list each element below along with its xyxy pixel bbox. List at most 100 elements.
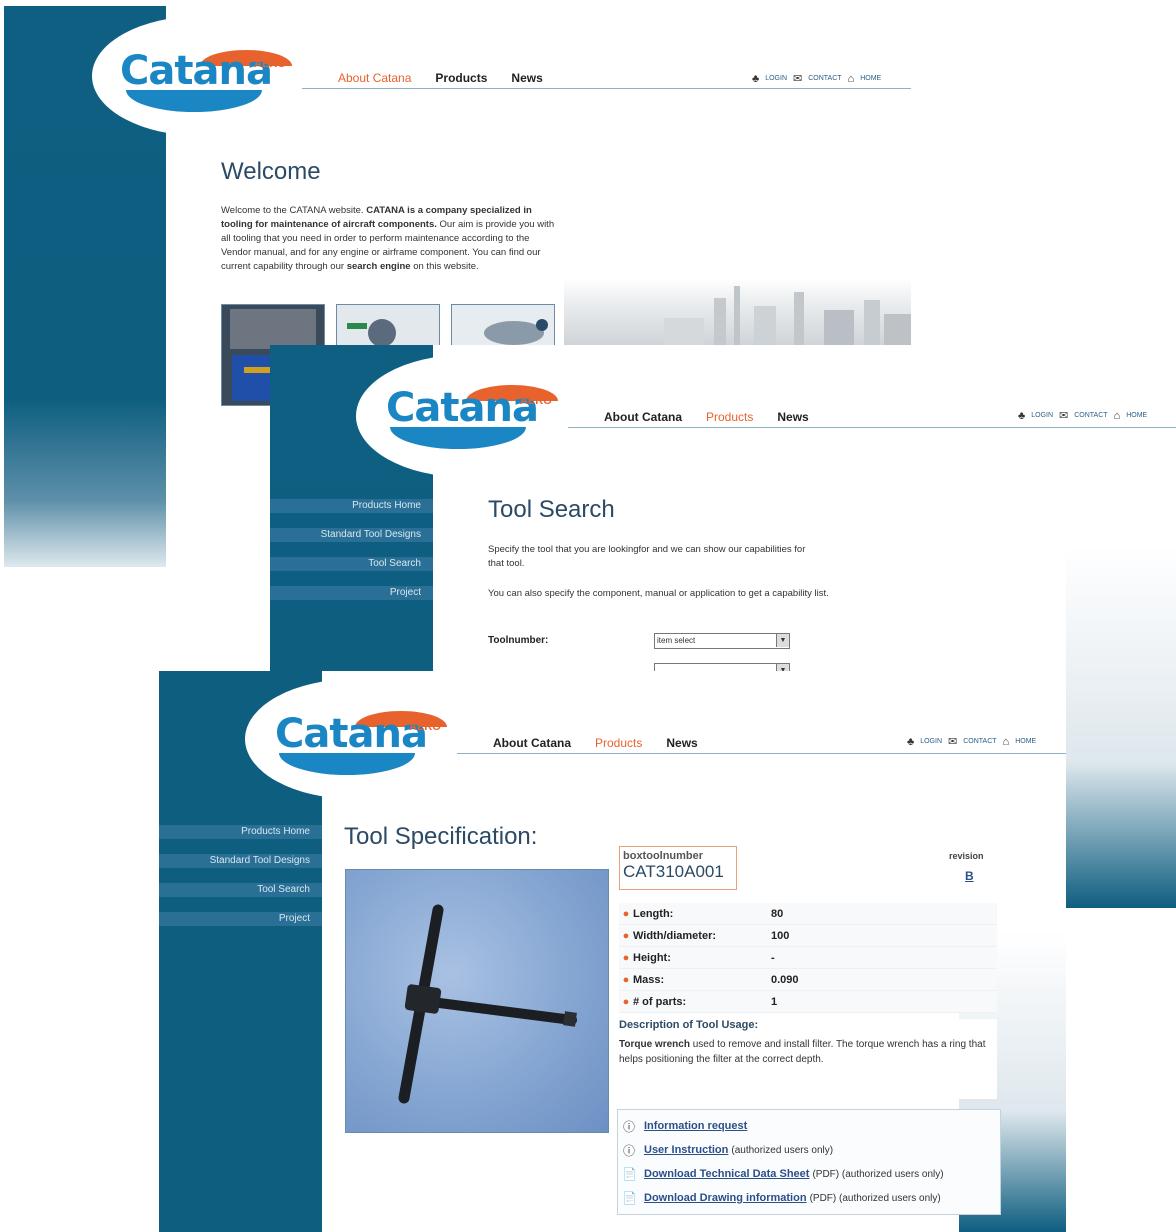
page-title: Tool Search — [488, 496, 615, 523]
contact-icon[interactable]: ✉ — [948, 735, 957, 748]
sidebar-item-products-home[interactable]: Products Home — [270, 499, 433, 513]
revision-value[interactable]: B — [965, 869, 974, 883]
welcome-text-3: on this website. — [410, 261, 479, 272]
contact-icon[interactable]: ✉ — [793, 72, 802, 85]
bullet-icon: ● — [622, 995, 630, 1008]
spec-key: Length: — [633, 907, 674, 920]
link-note: (PDF) (authorized users only) — [812, 1168, 944, 1180]
spec-key: Mass: — [633, 973, 665, 986]
login-icon[interactable]: ♣ — [752, 73, 759, 85]
right-edge-gradient — [1066, 545, 1176, 908]
main-nav: About Catana Products News — [493, 736, 698, 750]
document-link[interactable]: Download Drawing information — [644, 1192, 807, 1204]
link-note: (authorized users only) — [731, 1144, 834, 1156]
document-link[interactable]: User Instruction — [644, 1144, 728, 1156]
home-link[interactable]: HOME — [1015, 738, 1036, 745]
link-panel: ⓘ Information request ⓘ User Instruction (au… — [617, 1109, 1001, 1215]
city-skyline-image — [564, 278, 911, 345]
contact-link[interactable]: CONTACT — [808, 75, 841, 82]
bullet-icon: ● — [622, 907, 630, 920]
spec-value: 100 — [771, 929, 790, 942]
search-engine-link[interactable]: search engine — [347, 261, 411, 272]
home-icon[interactable]: ⌂ — [1003, 736, 1010, 748]
logo-aero-text: AERO — [409, 721, 441, 733]
home-link[interactable]: HOME — [860, 75, 881, 82]
nav-products[interactable]: Products — [706, 410, 753, 424]
nav-about[interactable]: About Catana — [338, 71, 411, 85]
login-icon[interactable]: ♣ — [1018, 410, 1025, 422]
login-link[interactable]: LOGIN — [920, 738, 942, 745]
sidebar-item-standard-tool-designs[interactable]: Standard Tool Designs — [270, 528, 433, 542]
link-row: 📄 Download Drawing information (PDF) (auth… — [622, 1186, 1000, 1210]
search-intro-1: Specify the tool that you are lookingfor… — [488, 544, 806, 569]
toolnumber-select[interactable]: item select ▼ — [654, 633, 790, 649]
spec-row: ● Height: - — [619, 947, 997, 969]
sidebar-item-project[interactable]: Project — [159, 912, 322, 926]
revision-label: revision — [949, 851, 984, 861]
pdf-icon: 📄 — [622, 1191, 637, 1205]
nav-news[interactable]: News — [777, 410, 808, 424]
bullet-icon: ● — [622, 929, 630, 942]
spec-row: ● Mass: 0.090 — [619, 969, 997, 991]
spec-list: ● Length: 80 ● Width/diameter: 100 ● Height: - ● M… — [619, 903, 997, 1013]
home-icon[interactable]: ⌂ — [1114, 410, 1121, 422]
search-intro-2: You can also specify the component, manu… — [488, 588, 829, 599]
contact-link[interactable]: CONTACT — [963, 738, 996, 745]
toolnumber-label: Toolnumber: — [488, 635, 549, 646]
document-link[interactable]: Information request — [644, 1120, 747, 1132]
logo-text: Catana — [120, 48, 273, 94]
nav-about[interactable]: About Catana — [604, 410, 682, 424]
sidebar-item-standard-tool-designs[interactable]: Standard Tool Designs — [159, 854, 322, 868]
description-bold: Torque wrench — [619, 1039, 690, 1050]
description-panel: Description of Tool Usage: Torque wrench… — [619, 1019, 997, 1099]
sidebar-item-tool-search[interactable]: Tool Search — [159, 883, 322, 897]
welcome-text: Welcome to the CATANA website. CATANA is… — [221, 204, 555, 274]
document-link[interactable]: Download Technical Data Sheet — [644, 1168, 809, 1180]
logo-aero-text: AERO — [254, 58, 286, 70]
toolnumber-box: boxtoolnumber CAT310A001 — [619, 846, 737, 890]
spec-key: # of parts: — [633, 995, 687, 1008]
torque-wrench-image — [398, 904, 577, 1104]
skyline-svg — [664, 286, 911, 345]
home-icon[interactable]: ⌂ — [848, 73, 855, 85]
nav-divider — [568, 427, 1176, 428]
side-menu: Products Home Standard Tool Designs Tool… — [270, 499, 433, 615]
login-link[interactable]: LOGIN — [765, 75, 787, 82]
sidebar-item-tool-search[interactable]: Tool Search — [270, 557, 433, 571]
logo-aero-text: AERO — [520, 395, 552, 407]
description-text: Torque wrench used to remove and install… — [619, 1037, 997, 1067]
spec-row: ● Width/diameter: 100 — [619, 925, 997, 947]
nav-news[interactable]: News — [511, 71, 542, 85]
toolnumber-select-value: item select — [657, 636, 696, 645]
login-icon[interactable]: ♣ — [907, 736, 914, 748]
toolnumber-box-value: CAT310A001 — [623, 862, 724, 881]
login-link[interactable]: LOGIN — [1031, 412, 1053, 419]
spec-value: 0.090 — [771, 973, 799, 986]
link-row: ⓘ User Instruction (authorized users only) — [622, 1138, 1000, 1162]
nav-news[interactable]: News — [666, 736, 697, 750]
main-nav: About Catana Products News — [604, 410, 809, 424]
pdf-icon: 📄 — [622, 1167, 637, 1181]
sidebar-item-project[interactable]: Project — [270, 586, 433, 600]
spec-value: 80 — [771, 907, 784, 920]
home-link[interactable]: HOME — [1126, 412, 1147, 419]
sidebar-item-products-home[interactable]: Products Home — [159, 825, 322, 839]
screenshot-tool-specification: Catana AERO About Catana Products News ♣… — [159, 671, 1066, 1232]
link-row: 📄 Download Technical Data Sheet (PDF) (aut… — [622, 1162, 1000, 1186]
logo-text: Catana — [386, 385, 539, 431]
contact-icon[interactable]: ✉ — [1059, 409, 1068, 422]
spec-key: Height: — [633, 951, 671, 964]
tool-photo — [345, 869, 609, 1133]
description-title: Description of Tool Usage: — [619, 1019, 759, 1031]
spec-value: - — [771, 951, 775, 964]
nav-products[interactable]: Products — [595, 736, 642, 750]
bullet-icon: ● — [622, 951, 630, 964]
spec-value: 1 — [771, 995, 778, 1008]
nav-products[interactable]: Products — [435, 71, 487, 85]
side-menu: Products Home Standard Tool Designs Tool… — [159, 825, 322, 941]
chevron-down-icon[interactable]: ▼ — [776, 634, 789, 647]
nav-about[interactable]: About Catana — [493, 736, 571, 750]
spec-key: Width/diameter: — [633, 929, 717, 942]
nav-divider — [302, 88, 911, 89]
contact-link[interactable]: CONTACT — [1074, 412, 1107, 419]
